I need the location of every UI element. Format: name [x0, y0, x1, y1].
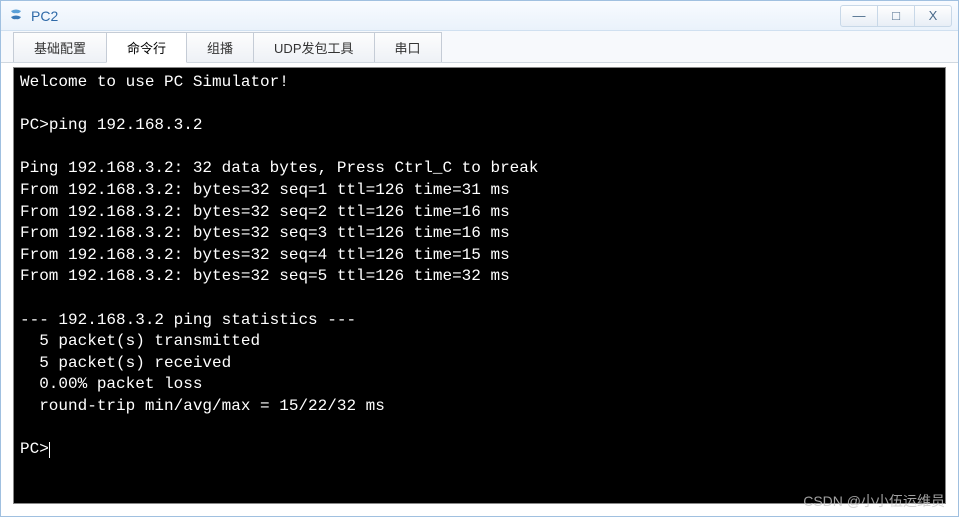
app-window: PC2 — □ X 基础配置 命令行 组播 UDP发包工具 串口 Welcome…	[0, 0, 959, 517]
ping-reply: From 192.168.3.2: bytes=32 seq=2 ttl=126…	[20, 203, 510, 221]
ping-header: Ping 192.168.3.2: 32 data bytes, Press C…	[20, 159, 538, 177]
ping-stats-line: 0.00% packet loss	[20, 375, 202, 393]
terminal-prompt: PC>	[20, 440, 49, 458]
ping-stats-line: 5 packet(s) received	[20, 354, 231, 372]
tab-multicast[interactable]: 组播	[186, 32, 254, 62]
ping-reply: From 192.168.3.2: bytes=32 seq=1 ttl=126…	[20, 181, 510, 199]
ping-reply: From 192.168.3.2: bytes=32 seq=4 ttl=126…	[20, 246, 510, 264]
tab-command-line[interactable]: 命令行	[106, 32, 187, 63]
ping-stats-line: round-trip min/avg/max = 15/22/32 ms	[20, 397, 385, 415]
maximize-button[interactable]: □	[877, 5, 915, 27]
terminal-prompt: PC>	[20, 116, 49, 134]
terminal-cursor	[49, 442, 50, 458]
window-controls: — □ X	[841, 5, 952, 27]
ping-stats-line: 5 packet(s) transmitted	[20, 332, 260, 350]
terminal[interactable]: Welcome to use PC Simulator! PC>ping 192…	[13, 67, 946, 504]
app-icon	[7, 7, 25, 25]
titlebar[interactable]: PC2 — □ X	[1, 1, 958, 31]
ping-reply: From 192.168.3.2: bytes=32 seq=3 ttl=126…	[20, 224, 510, 242]
ping-reply: From 192.168.3.2: bytes=32 seq=5 ttl=126…	[20, 267, 510, 285]
terminal-command: ping 192.168.3.2	[49, 116, 203, 134]
tab-udp-tool[interactable]: UDP发包工具	[253, 32, 374, 62]
close-button[interactable]: X	[914, 5, 952, 27]
window-title: PC2	[31, 8, 841, 24]
terminal-welcome: Welcome to use PC Simulator!	[20, 73, 289, 91]
tab-serial[interactable]: 串口	[374, 32, 442, 62]
tab-basic-config[interactable]: 基础配置	[13, 32, 107, 62]
ping-stats-header: --- 192.168.3.2 ping statistics ---	[20, 311, 356, 329]
minimize-button[interactable]: —	[840, 5, 878, 27]
tabbar: 基础配置 命令行 组播 UDP发包工具 串口	[1, 31, 958, 63]
